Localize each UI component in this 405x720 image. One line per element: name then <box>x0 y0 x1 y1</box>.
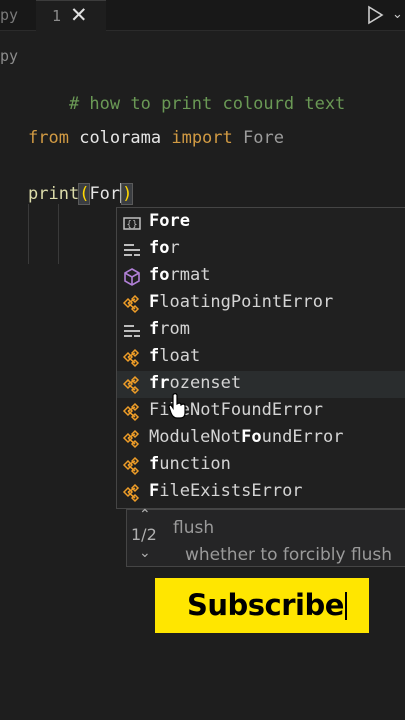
signature-help: ⌃ 1/2 ⌄ flush whether to forcibly flush <box>126 507 405 567</box>
code-line-comment: # how to print colourd text <box>28 74 345 134</box>
code-line-import: from colorama import Fore <box>28 128 284 148</box>
suggestion-item-hovered[interactable]: frozenset <box>117 371 405 398</box>
signature-param: flush <box>173 518 215 538</box>
subscribe-banner[interactable]: Subscribe <box>155 578 369 633</box>
class-icon <box>122 429 140 449</box>
breadcrumb[interactable]: py <box>0 47 18 65</box>
hand-cursor-icon <box>168 393 186 419</box>
suggestion-label: Fore <box>149 211 190 231</box>
text-cursor <box>344 592 347 620</box>
suggestion-label: function <box>149 454 231 474</box>
keyword-from: from <box>28 128 69 148</box>
class-icon <box>122 483 140 503</box>
chevron-down-icon[interactable]: ⌄ <box>139 545 151 561</box>
signature-count: 1/2 <box>131 525 157 544</box>
suggestion-item[interactable]: from <box>117 317 405 344</box>
suggestion-item[interactable]: FileNotFoundError <box>117 398 405 425</box>
suggestion-label: format <box>149 265 211 285</box>
chevron-down-icon[interactable]: ⌄ <box>392 7 403 22</box>
module-name: colorama <box>79 128 162 148</box>
suggestion-label: FileExistsError <box>149 481 303 501</box>
suggestion-item[interactable]: function <box>117 452 405 479</box>
subscribe-label: Subscribe <box>187 588 344 622</box>
tab-problem-count: 1 <box>52 7 62 25</box>
class-icon <box>122 375 140 395</box>
comment-text: # how to print colourd text <box>68 94 346 114</box>
suggestion-item[interactable]: format <box>117 263 405 290</box>
run-icon[interactable] <box>364 4 386 26</box>
suggestion-label: frozenset <box>149 373 242 393</box>
suggestion-label: from <box>149 319 190 339</box>
suggestion-item[interactable]: {} Fore <box>117 209 405 236</box>
suggestion-item[interactable]: for <box>117 236 405 263</box>
open-paren: ( <box>78 183 91 205</box>
suggestion-list[interactable]: {} Fore for format FloatingPointError fr… <box>116 207 405 509</box>
variable-icon: {} <box>123 217 141 230</box>
keyword-import: import <box>171 128 233 148</box>
tab-previous[interactable]: py <box>0 6 18 24</box>
indent-guide <box>58 204 59 264</box>
suggestion-label: ModuleNotFoundError <box>149 427 344 447</box>
class-icon <box>122 348 140 368</box>
tab-bar: py 1 ✕ ⌄ <box>0 0 405 31</box>
tab-active[interactable]: 1 ✕ <box>36 0 106 31</box>
indent-guide <box>28 204 29 264</box>
suggestion-item[interactable]: float <box>117 344 405 371</box>
keyword-icon <box>124 325 140 337</box>
suggestion-item[interactable]: FloatingPointError <box>117 290 405 317</box>
close-paren: ) <box>121 183 134 205</box>
chevron-up-icon[interactable]: ⌃ <box>139 507 151 523</box>
imported-name: Fore <box>243 128 284 148</box>
suggestion-item[interactable]: ModuleNotFoundError <box>117 425 405 452</box>
suggestion-label: FloatingPointError <box>149 292 334 312</box>
suggestion-label: for <box>149 238 180 258</box>
typed-text: For <box>89 184 121 204</box>
code-line-print: print(For) <box>28 183 134 205</box>
close-icon[interactable]: ✕ <box>70 3 88 27</box>
class-icon <box>122 294 140 314</box>
signature-doc: whether to forcibly flush <box>185 545 393 565</box>
suggestion-item[interactable]: FileExistsError <box>117 479 405 506</box>
method-icon <box>124 268 140 286</box>
svg-text:{}: {} <box>126 220 137 230</box>
signature-nav: ⌃ 1/2 ⌄ <box>129 507 165 565</box>
class-icon <box>122 456 140 476</box>
keyword-icon <box>124 244 140 256</box>
suggestion-label: float <box>149 346 201 366</box>
class-icon <box>122 402 140 422</box>
function-name: print <box>28 184 80 204</box>
